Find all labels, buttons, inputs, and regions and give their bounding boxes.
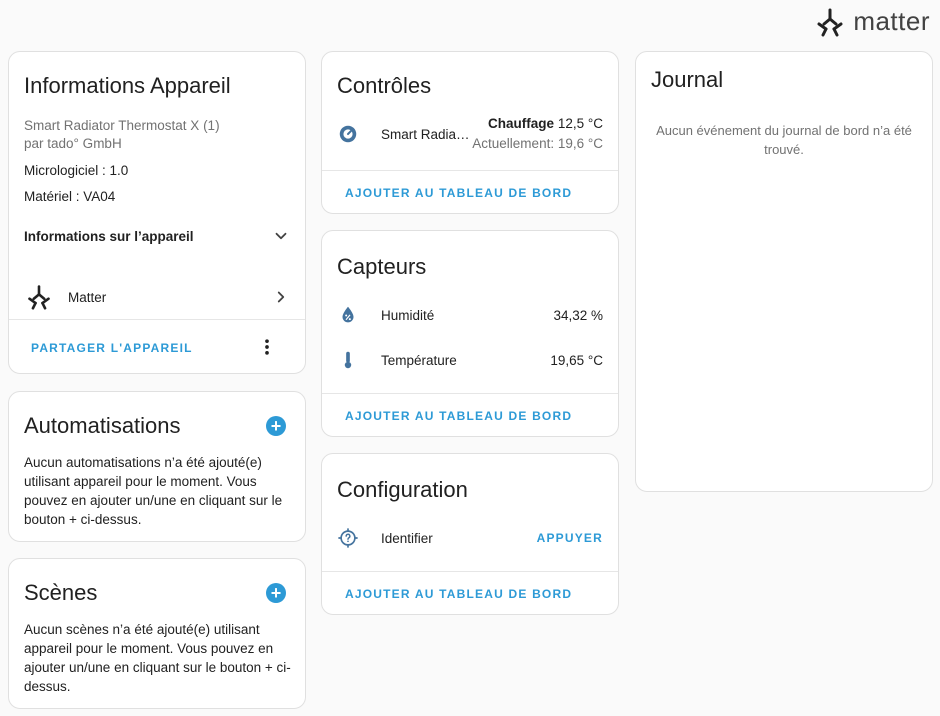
add-automation-button[interactable]: + <box>266 416 286 436</box>
sensors-divider <box>322 393 618 394</box>
share-device-button[interactable]: PARTAGER L'APPAREIL <box>31 341 193 355</box>
thermostat-current: Actuellement: 19,6 °C <box>472 136 603 151</box>
automations-empty-text: Aucun automatisations n’a été ajouté(e) … <box>24 455 283 527</box>
scenes-empty-text: Aucun scènes n’a été ajouté(e) utilisant… <box>24 622 291 694</box>
integration-name: Matter <box>68 289 107 305</box>
controls-add-to-dashboard-button[interactable]: AJOUTER AU TABLEAU DE BORD <box>345 186 572 200</box>
sensor-value: 34,32 % <box>553 307 603 323</box>
scenes-title: Scènes <box>24 580 98 605</box>
device-info-card: Informations Appareil Smart Radiator The… <box>8 51 306 374</box>
automations-title: Automatisations <box>24 413 181 438</box>
sensor-name: Humidité <box>381 307 435 323</box>
identify-entity-name: Identifier <box>381 530 433 546</box>
device-info-title: Informations Appareil <box>24 73 231 98</box>
device-info-expander[interactable]: Informations sur l’appareil <box>9 224 305 248</box>
brand-name: matter <box>853 6 930 36</box>
more-vertical-icon[interactable] <box>257 337 277 357</box>
crosshairs-question-icon <box>338 528 358 548</box>
press-button[interactable]: APPUYER <box>537 531 603 545</box>
matter-icon <box>28 285 50 310</box>
identify-entity-row: Identifier APPUYER <box>322 525 618 551</box>
sensors-add-to-dashboard-button[interactable]: AJOUTER AU TABLEAU DE BORD <box>345 409 572 423</box>
sensor-name: Température <box>381 352 457 368</box>
plus-icon: + <box>270 416 282 436</box>
sensors-card: Capteurs Humidité 34,32 % Température 19… <box>321 230 619 437</box>
scenes-card: Scènes + Aucun scènes n’a été ajouté(e) … <box>8 558 306 709</box>
matter-logo: matter <box>815 6 930 37</box>
controls-card: Contrôles Smart Radia… Chauffage 12,5 °C… <box>321 51 619 214</box>
thermostat-target: Chauffage 12,5 °C <box>472 114 603 134</box>
thermostat-state: Chauffage 12,5 °C Actuellement: 19,6 °C <box>472 114 603 154</box>
integration-link-matter[interactable]: Matter <box>9 282 305 312</box>
device-info-expander-label: Informations sur l’appareil <box>24 228 194 244</box>
controls-title: Contrôles <box>337 73 432 98</box>
add-scene-button[interactable]: + <box>266 583 286 603</box>
thermostat-icon <box>339 125 357 143</box>
device-info-divider <box>9 319 305 320</box>
matter-icon <box>817 8 843 36</box>
device-firmware: Micrologiciel : 1.0 <box>24 163 129 178</box>
logbook-title: Journal <box>651 67 724 92</box>
device-model: Smart Radiator Thermostat X (1) <box>24 118 220 133</box>
sensors-title: Capteurs <box>337 254 427 279</box>
configuration-card: Configuration Identifier APPUYER AJOUTER… <box>321 453 619 615</box>
device-hardware: Matériel : VA04 <box>24 189 116 204</box>
sensor-row-temperature[interactable]: Température 19,65 °C <box>322 347 618 373</box>
water-percent-icon <box>342 306 354 323</box>
logbook-card: Journal Aucun événement du journal de bo… <box>635 51 933 492</box>
thermostat-mode: Chauffage <box>488 116 555 131</box>
configuration-add-to-dashboard-button[interactable]: AJOUTER AU TABLEAU DE BORD <box>345 587 572 601</box>
plus-icon: + <box>270 583 282 603</box>
logbook-empty-text: Aucun événement du journal de bord n’a é… <box>656 123 912 157</box>
sensor-value: 19,65 °C <box>550 352 603 368</box>
configuration-title: Configuration <box>337 477 468 502</box>
chevron-down-icon <box>275 232 287 240</box>
configuration-divider <box>322 571 618 572</box>
chevron-right-icon <box>277 291 285 303</box>
thermometer-icon <box>344 351 352 369</box>
thermostat-entity-name: Smart Radia… <box>381 126 470 142</box>
controls-divider <box>322 170 618 171</box>
sensor-row-humidity[interactable]: Humidité 34,32 % <box>322 302 618 328</box>
thermostat-target-temp: 12,5 °C <box>557 116 603 131</box>
automations-card: Automatisations + Aucun automatisations … <box>8 391 306 542</box>
device-manufacturer: par tado° GmbH <box>24 136 122 151</box>
thermostat-entity-row[interactable]: Smart Radia… Chauffage 12,5 °C Actuellem… <box>322 114 618 154</box>
